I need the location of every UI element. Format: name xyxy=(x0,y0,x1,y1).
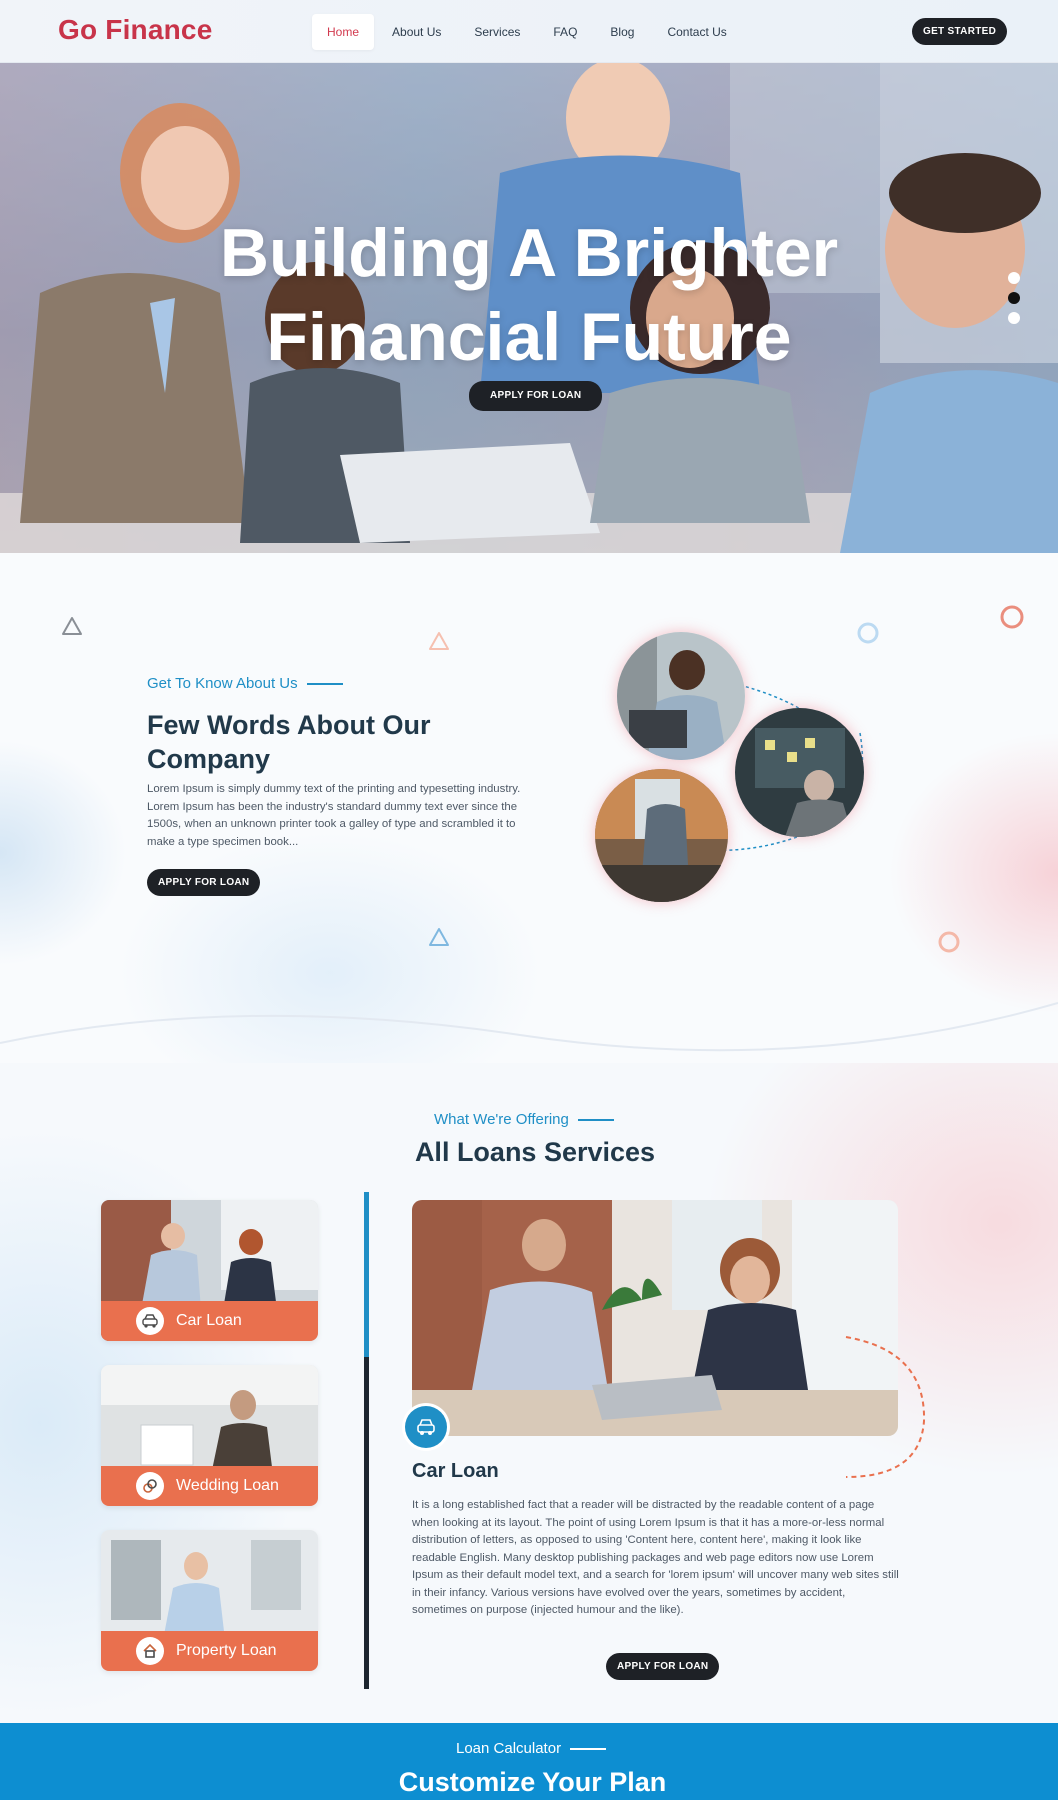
nav-item-services[interactable]: Services xyxy=(459,14,535,50)
circle-shape-icon xyxy=(938,931,960,953)
loan-card-car[interactable]: Car Loan xyxy=(101,1200,318,1341)
about-title: Few Words About Our Company xyxy=(147,710,431,774)
selected-loan-title: Car Loan xyxy=(412,1460,499,1482)
about-text: Lorem Ipsum is simply dummy text of the … xyxy=(147,783,521,848)
nav-item-contact-us[interactable]: Contact Us xyxy=(652,14,741,50)
loans-eyebrow: What We're Offering xyxy=(434,1111,614,1128)
main-menu: Home About Us Services FAQ Blog Contact … xyxy=(312,14,745,50)
loan-card-wedding[interactable]: Wedding Loan xyxy=(101,1365,318,1506)
nav-item-faq[interactable]: FAQ xyxy=(538,14,592,50)
about-photo-office xyxy=(595,769,728,902)
triangle-shape-icon xyxy=(62,617,82,635)
nav-item-blog[interactable]: Blog xyxy=(595,14,649,50)
selected-loan-text: It is a long established fact that a rea… xyxy=(412,1499,899,1616)
slider-dot-3[interactable] xyxy=(1008,312,1020,324)
wave-divider xyxy=(0,1002,1058,1052)
property-icon xyxy=(136,1637,164,1665)
loan-card-label: Wedding Loan xyxy=(176,1477,279,1494)
loan-calculator-section: Loan Calculator Customize Your Plan xyxy=(0,1723,1058,1800)
about-section: Get To Know About Us Few Words About Our… xyxy=(0,553,1058,1063)
get-started-button[interactable]: GET STARTED xyxy=(912,18,1008,45)
vertical-progress-divider xyxy=(364,1192,369,1689)
property-loan-banner: Property Loan xyxy=(101,1631,318,1671)
circle-shape-icon xyxy=(1000,605,1024,629)
car-loan-banner: Car Loan xyxy=(101,1301,318,1341)
nav-item-home[interactable]: Home xyxy=(312,14,375,50)
top-navbar: Go Finance Home About Us Services FAQ Bl… xyxy=(0,0,1058,63)
nav-item-about-us[interactable]: About Us xyxy=(377,14,456,50)
about-eyebrow: Get To Know About Us xyxy=(147,675,343,692)
about-photo-speaker xyxy=(617,632,745,760)
hero-title: Building A Brighter Financial Future xyxy=(219,215,839,375)
loans-title: All Loans Services xyxy=(414,1137,656,1167)
slider-dot-2[interactable] xyxy=(1008,292,1020,304)
hero-slider: Building A Brighter Financial Future APP… xyxy=(0,63,1058,553)
slider-pagination xyxy=(1008,272,1020,332)
slider-dot-1[interactable] xyxy=(1008,272,1020,284)
hero-apply-button[interactable]: APPLY FOR LOAN xyxy=(469,381,603,411)
about-photo-meeting xyxy=(735,708,864,837)
loan-card-label: Property Loan xyxy=(176,1642,277,1659)
loan-card-property[interactable]: Property Loan xyxy=(101,1530,318,1671)
wedding-loan-banner: Wedding Loan xyxy=(101,1466,318,1506)
car-icon xyxy=(405,1406,447,1448)
dashed-arc-decoration xyxy=(845,1336,926,1478)
car-icon xyxy=(136,1307,164,1335)
calculator-title: Customize Your Plan xyxy=(398,1767,667,1797)
triangle-shape-icon xyxy=(429,632,449,650)
about-apply-button[interactable]: APPLY FOR LOAN xyxy=(147,869,261,896)
triangle-shape-icon xyxy=(429,928,449,946)
calculator-eyebrow: Loan Calculator xyxy=(456,1740,607,1757)
brand-logo[interactable]: Go Finance xyxy=(58,14,212,46)
wedding-icon xyxy=(136,1472,164,1500)
selected-loan-apply-button[interactable]: APPLY FOR LOAN xyxy=(606,1653,720,1680)
loan-card-label: Car Loan xyxy=(176,1312,242,1329)
loans-section: What We're Offering All Loans Services C… xyxy=(0,1063,1058,1723)
